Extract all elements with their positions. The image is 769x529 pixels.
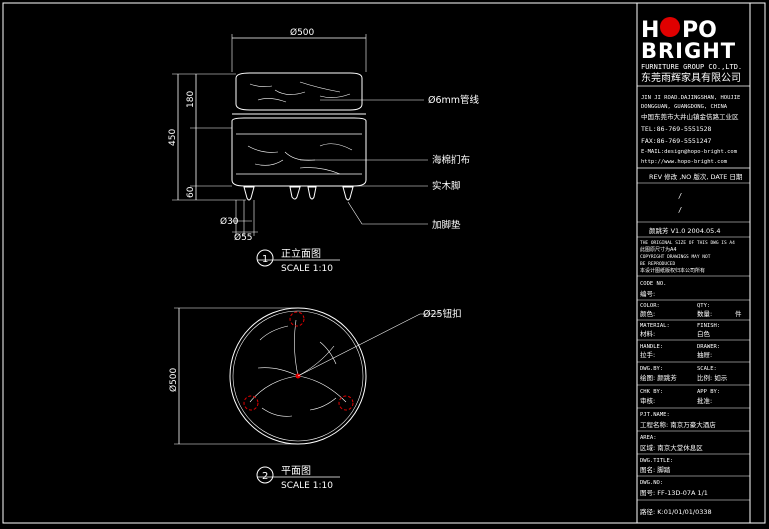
app-by-cn: 批准:: [697, 396, 712, 405]
front-elevation-view: Ø500 180 450 60 Ø30 Ø55 Ø6mm管线 海棉扪布 实木脚 …: [168, 27, 480, 274]
foot-small-dim-label: Ø30: [220, 216, 239, 227]
plan-number: 2: [262, 471, 268, 482]
foot-right: [342, 186, 354, 201]
drawer-label: DRAWER:: [697, 344, 720, 350]
note-button: Ø25钮扣: [423, 308, 462, 320]
note-5: 本设计图纸版权归本公司所有: [640, 267, 705, 274]
view-title: 正立面图: [281, 247, 321, 260]
code-no-label: CODE NO.: [640, 281, 667, 287]
width-dim-label: Ø500: [290, 27, 315, 38]
code-no-cn: 编号:: [640, 289, 655, 298]
area-label: AREA:: [640, 435, 657, 441]
file-path: 路径: K:01/01/01/0338: [640, 507, 712, 516]
plan-dim-label: Ø500: [168, 367, 179, 392]
scale-label: SCALE:: [697, 366, 717, 372]
leader-fabric: 海棉扪布: [300, 154, 470, 166]
handle-label: HANDLE:: [640, 344, 663, 350]
note-fabric: 海棉扪布: [432, 154, 470, 166]
title-block: H PO BRIGHT FURNITURE GROUP CO.,LTD. 东莞雨…: [636, 3, 751, 523]
leader-foot: 实木脚: [350, 180, 461, 192]
logo-red-dot: [660, 17, 680, 37]
pjt-name-cn: 工程名称: 南京万豪大酒店: [640, 420, 716, 429]
pjt-name-label: PJT.NAME:: [640, 412, 670, 418]
address-line-3: 中国东莞市大井山镇金佶路工业区: [641, 112, 739, 121]
rev-header: REV 修改 ,NO 版次, DATE 日期: [649, 172, 743, 181]
finish-cn: 白色: [697, 329, 711, 338]
drawn-by-line: 颜跳芳 V1.0 2004.05.4: [649, 226, 721, 235]
qty-value: 件: [735, 309, 742, 318]
color-cn: 颜色:: [640, 309, 655, 318]
handle-cn: 拉手:: [640, 350, 655, 359]
drawer-cn: 抽屉:: [697, 350, 712, 359]
scale-cn: 比例: 如示: [697, 373, 728, 382]
note-pipe: Ø6mm管线: [428, 94, 480, 106]
button-left: [243, 395, 259, 411]
leader-pad: 加脚垫: [347, 201, 461, 231]
foot-left: [243, 186, 255, 201]
color-label: COLOR:: [640, 303, 660, 309]
leader-button: [297, 313, 440, 377]
chk-by-cn: 审核:: [640, 396, 655, 405]
fax: FAX:86-769-5551247: [641, 137, 712, 145]
qty-label: QTY:: [697, 303, 710, 309]
button-top: [289, 311, 305, 327]
foot-mid-left: [289, 186, 301, 200]
lower-body-outline: [231, 117, 367, 187]
note-4: BE REPRODUCED: [640, 261, 676, 267]
note-pad: 加脚垫: [432, 219, 461, 231]
note-2: 此图原尺寸为A4: [640, 246, 677, 253]
top-cushion-outline: [235, 72, 363, 111]
address-line-1: JIN JI ROAD.DAJINGSHAN, HOUJIE: [641, 95, 740, 101]
plan-view: Ø500 Ø25钮扣 2 平面图 SCALE 1:10: [168, 307, 462, 491]
company-logo: H PO BRIGHT: [641, 17, 736, 63]
area-cn: 区域: 南京大堂休息区: [640, 443, 703, 452]
rev-mark-1: /: [678, 192, 682, 200]
app-by-label: APP BY:: [697, 389, 720, 395]
plan-scale: SCALE 1:10: [281, 481, 333, 491]
dwg-no-label: DWG.NO:: [640, 480, 663, 486]
view-scale: SCALE 1:10: [281, 264, 333, 274]
top-height-label: 180: [186, 91, 196, 108]
note-1: THE ORIGINAL SIZE OF THIS DWG IS A4: [640, 240, 735, 246]
dwg-title-cn: 图名: 脚踏: [640, 465, 671, 474]
material-label: MATERIAL:: [640, 323, 670, 329]
address-line-2: DONGGUAN, GUANGDONG, CHINA: [641, 104, 728, 110]
qty-cn: 数量:: [697, 309, 712, 318]
rev-mark-2: /: [678, 206, 682, 214]
chk-by-label: CHK BY:: [640, 389, 663, 395]
button-right: [338, 395, 354, 411]
plan-tufting-lines: [249, 319, 347, 417]
email: E-MAIL:design@hopo-bright.com: [641, 149, 738, 155]
note-3: COPYRIGHT DRAWINGS MAY NOT: [640, 254, 711, 260]
dwg-title-label: DWG.TITLE:: [640, 458, 673, 464]
logo-bottom: BRIGHT: [641, 39, 736, 63]
company-name-cn: 东莞雨辉家具有限公司: [641, 71, 741, 84]
foot-mid-right: [307, 186, 317, 200]
plan-title: 平面图: [281, 465, 311, 477]
bottom-height-label: 60: [186, 186, 196, 198]
total-height-label: 450: [168, 129, 178, 146]
website: http://www.hopo-bright.com: [641, 159, 728, 165]
tel: TEL:86-769-5551528: [641, 125, 712, 133]
dwg-by-label: DWG.BY:: [640, 366, 663, 372]
finish-label: FINISH:: [697, 323, 720, 329]
material-cn: 材料:: [640, 329, 655, 338]
foot-large-dim-label: Ø55: [234, 232, 253, 243]
dwg-by-cn: 绘图: 颜跳芳: [640, 373, 677, 382]
dwg-no-cn: 图号: FF-13D-07A 1/1: [640, 489, 708, 497]
note-foot: 实木脚: [432, 180, 461, 192]
view-number: 1: [262, 254, 268, 265]
company-name-en: FURNITURE GROUP CO.,LTD.: [641, 63, 742, 71]
cad-drawing-canvas: Ø500 180 450 60 Ø30 Ø55 Ø6mm管线 海棉扪布 实木脚 …: [2, 2, 766, 524]
